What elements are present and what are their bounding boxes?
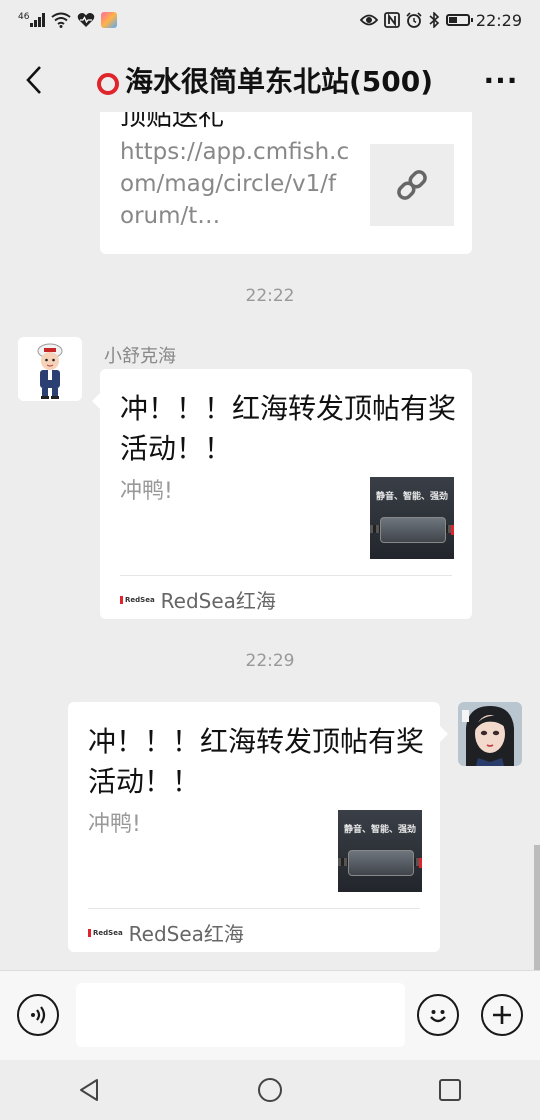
eye-icon (359, 14, 378, 26)
anime-girl-avatar-icon (458, 702, 522, 766)
link-thumbnail (370, 144, 454, 226)
chat-screen: 46 22:29 海水很简单东北站(500) ··· 顶贴送礼 https://… (0, 0, 540, 1120)
network-type-label: 46 (18, 12, 30, 22)
source-name: RedSea红海 (160, 589, 276, 613)
product-image (380, 517, 446, 543)
wifi-icon (51, 12, 72, 28)
link-card-url: https://app.cmfish.com/mag/circle/v1/for… (120, 139, 350, 229)
home-circle-icon[interactable] (256, 1076, 284, 1104)
link-card-message[interactable]: 顶贴送礼 https://app.cmfish.com/mag/circle/v… (100, 112, 472, 254)
plus-icon (493, 1006, 511, 1024)
voice-button[interactable] (17, 994, 59, 1036)
chat-message-list[interactable]: 顶贴送礼 https://app.cmfish.com/mag/circle/v… (0, 112, 540, 970)
thumbnail-caption: 静音、智能、强劲 (343, 825, 416, 835)
timestamp: 22:29 (245, 651, 295, 671)
shared-article-card-outgoing[interactable]: 冲！！！红海转发顶帖有奖活动！！ 冲鸭! 静音、智能、强劲 RedSea Red… (68, 702, 448, 952)
sender-name: 小舒克海 (104, 346, 176, 367)
recents-square-icon[interactable] (437, 1077, 463, 1103)
emoji-icon (430, 1010, 446, 1023)
chevron-left-icon (26, 66, 41, 94)
message-input[interactable] (76, 983, 405, 1047)
emoji-button[interactable] (417, 994, 459, 1036)
voice-icon (31, 1006, 46, 1024)
plus-button[interactable] (481, 994, 523, 1036)
article-thumbnail: 静音、智能、强劲 (370, 477, 454, 559)
scrollbar[interactable] (534, 845, 540, 970)
chat-title-text: 海水很简单东北站(500) (124, 65, 434, 98)
bluetooth-icon (429, 12, 440, 28)
status-bar: 46 22:29 (0, 0, 540, 40)
signal-icon: 46 (18, 12, 46, 27)
shared-article-card-incoming[interactable]: 冲！！！红海转发顶帖有奖活动！！ 冲鸭! 静音、智能、强劲 RedSea Red… (92, 369, 472, 619)
avatar[interactable] (18, 337, 82, 401)
cartoon-sailor-avatar-icon (18, 337, 82, 401)
more-button[interactable]: ··· (476, 64, 526, 97)
thumbnail-caption: 静音、智能、强劲 (375, 492, 448, 502)
my-avatar[interactable] (458, 702, 522, 766)
article-title: 冲！！！红海转发顶帖有奖活动！！ (88, 725, 425, 798)
redsea-logo: RedSea (120, 595, 155, 604)
article-description: 冲鸭! (120, 479, 173, 504)
product-image (348, 850, 414, 876)
nav-bar: 海水很简单东北站(500) ··· (0, 40, 540, 120)
status-time: 22:29 (475, 10, 522, 30)
source-name: RedSea红海 (128, 922, 244, 946)
link-card-title: 顶贴送礼 (120, 112, 225, 132)
system-nav-bar (0, 1060, 540, 1120)
input-bar (0, 970, 540, 1060)
timestamp: 22:22 (245, 286, 295, 306)
bubble-tail (92, 393, 100, 409)
redsea-logo: RedSea (88, 928, 123, 937)
status-left: 46 (18, 12, 118, 28)
card-divider (88, 908, 420, 909)
alarm-icon (406, 12, 422, 28)
chat-title: 海水很简单东北站(500) (54, 60, 476, 100)
battery-icon (445, 14, 473, 26)
article-description: 冲鸭! (88, 812, 141, 837)
back-triangle-icon[interactable] (77, 1077, 103, 1103)
heart-icon (78, 13, 95, 27)
red-circle-emoji-icon (96, 73, 119, 95)
back-button[interactable] (14, 60, 54, 100)
app-badge-icon (101, 12, 118, 28)
article-thumbnail: 静音、智能、强劲 (338, 810, 422, 892)
article-source: RedSea RedSea红海 (88, 918, 244, 947)
nfc-icon (383, 12, 400, 28)
article-title: 冲！！！红海转发顶帖有奖活动！！ (120, 392, 457, 465)
bubble-tail (440, 726, 448, 742)
link-icon (397, 170, 427, 200)
article-source: RedSea RedSea红海 (120, 585, 276, 614)
status-right: 22:29 (359, 10, 522, 30)
card-divider (120, 575, 452, 576)
